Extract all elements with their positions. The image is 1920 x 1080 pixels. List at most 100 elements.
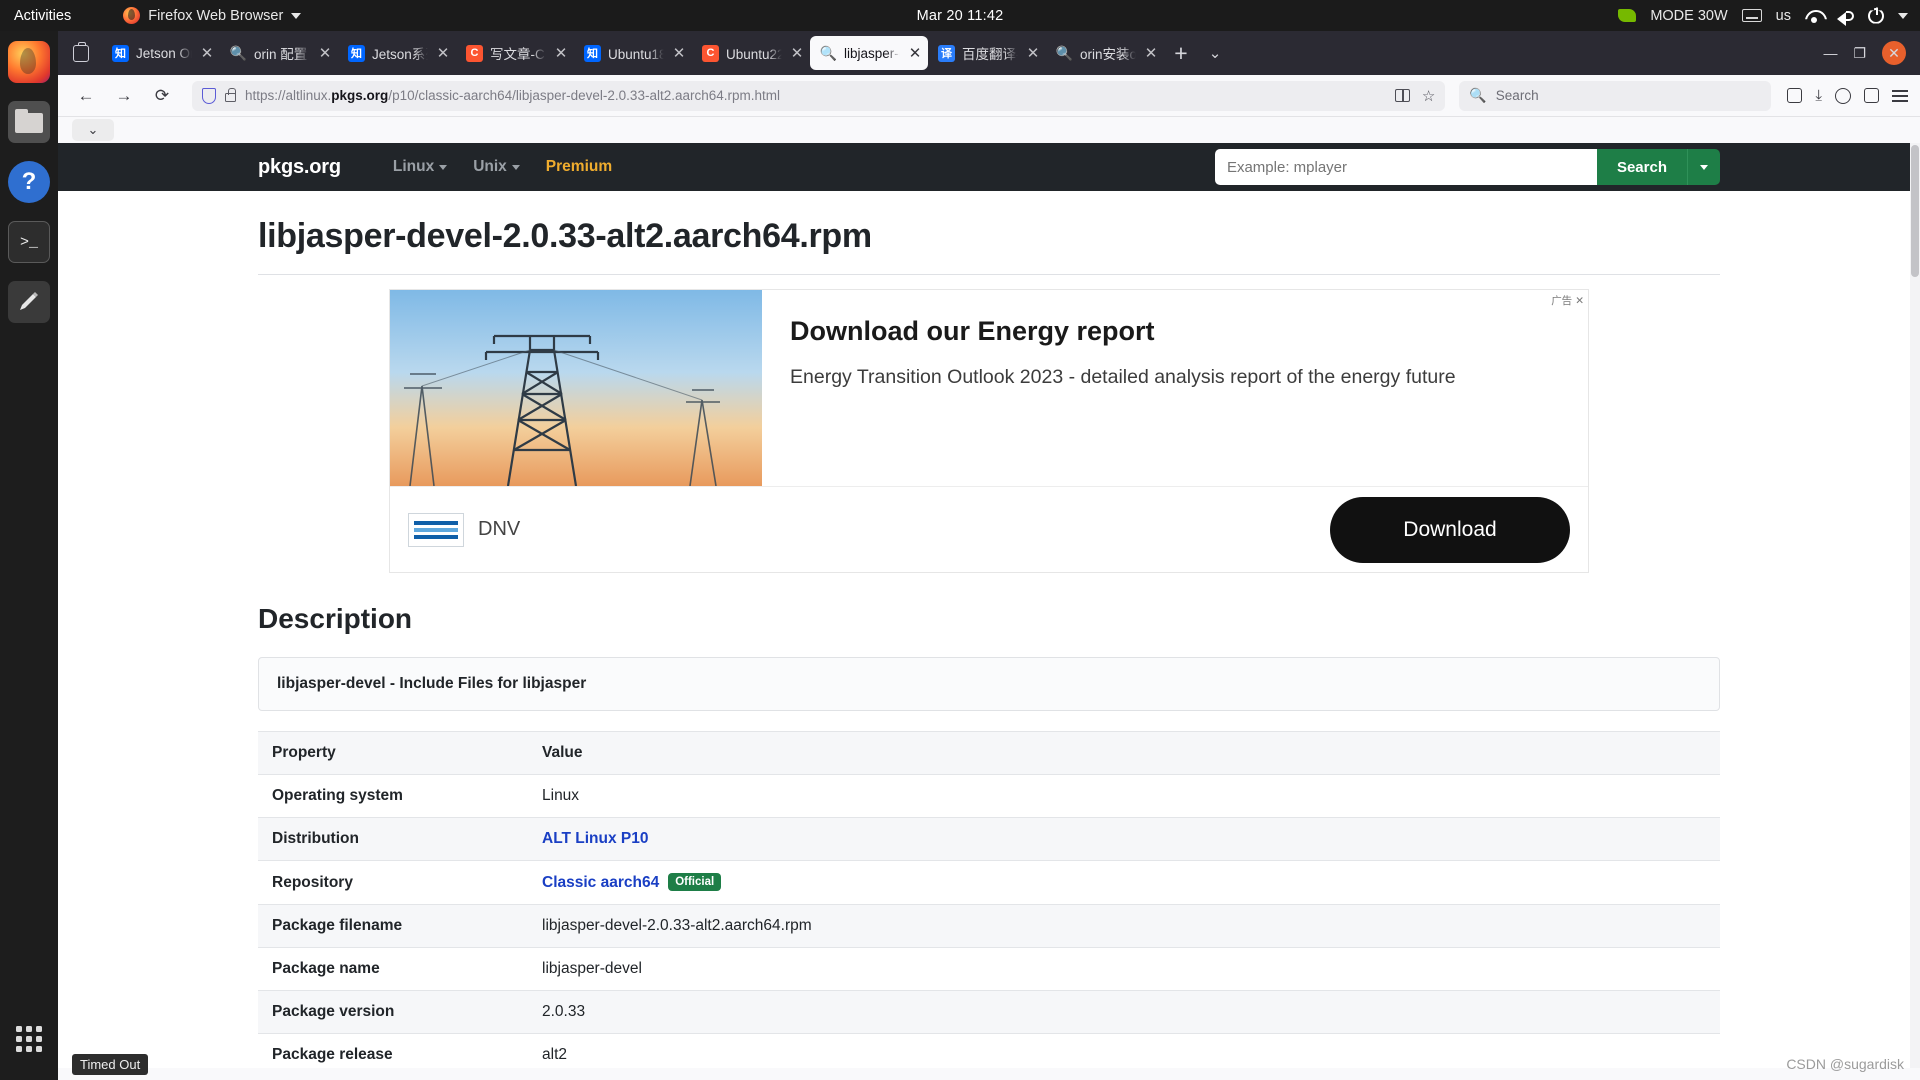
close-icon[interactable]: ✕ [1575,295,1584,307]
tab-jetson-orin-nano[interactable]: 知 Jetson Orin Nano… ✕ [102,36,220,70]
show-applications-button[interactable] [16,1026,42,1052]
distribution-link[interactable]: ALT Linux P10 [542,830,649,847]
chevron-down-icon [439,164,448,170]
reader-view-icon[interactable] [1394,89,1410,102]
site-search-dropdown-button[interactable] [1687,149,1720,185]
dock-item-files[interactable] [8,101,50,143]
zhihu-favicon-icon: 知 [112,44,129,62]
close-icon[interactable]: ✕ [200,44,214,62]
close-icon[interactable]: ✕ [672,44,686,62]
dock-item-text-editor[interactable] [8,281,50,323]
notification-toast: Timed Out [72,1054,149,1075]
scrollbar-thumb[interactable] [1911,145,1919,277]
app-menu[interactable]: Firefox Web Browser [123,7,302,24]
row-value: Classic aarch64 Official [528,860,1720,905]
back-button[interactable]: ← [70,81,102,111]
shield-icon [202,87,216,104]
table-row: Package release alt2 [258,1033,1720,1068]
site-logo[interactable]: pkgs.org [258,156,341,179]
dock-item-terminal[interactable]: >_ [8,221,50,263]
status-badge: Official [668,873,722,891]
close-icon[interactable]: ✕ [908,44,922,62]
nav-item-premium[interactable]: Premium [546,158,612,176]
bookmark-star-icon[interactable]: ☆ [1422,87,1435,105]
dock-item-help[interactable]: ? [8,161,50,203]
maximize-button[interactable]: ❐ [1853,45,1866,62]
firefox-window: 知 Jetson Orin Nano… ✕ 🔍 orin 配置 opencv -… [58,31,1920,1080]
gnome-top-bar: Activities Firefox Web Browser Mar 20 11… [0,0,1920,31]
nav-item-linux[interactable]: Linux [393,158,448,176]
tab-ubuntu1804[interactable]: 知 Ubuntu18.04安装 ✕ [574,36,692,70]
bookmarks-chevron-icon[interactable]: ⌄ [72,119,114,141]
account-icon[interactable] [1835,87,1851,104]
row-key: Operating system [258,774,528,818]
tab-label: Jetson Orin Nano… [136,45,193,61]
tab-libjasper-devel[interactable]: 🔍 libjasper-devel-2.0 ✕ [810,36,928,70]
tab-overflow-chevron-icon[interactable]: ⌄ [1198,44,1232,62]
nav-item-unix[interactable]: Unix [473,158,520,176]
table-row: Repository Classic aarch64 Official [258,860,1720,905]
tab-jetson-series[interactable]: 知 Jetson系列开发板 ✕ [338,36,456,70]
activities-button[interactable]: Activities [14,8,71,24]
close-icon[interactable]: ✕ [436,44,450,62]
csdn-favicon-icon: C [466,44,483,62]
ad-download-button[interactable]: Download [1330,496,1570,563]
site-search: Search [1214,149,1720,185]
advertisement[interactable]: 广告 ✕ Download our Energy report Energy T… [389,289,1589,573]
application-menu-icon[interactable] [1892,89,1908,102]
search-bar[interactable]: 🔍 Search [1459,80,1772,111]
close-icon[interactable]: ✕ [1144,44,1158,62]
forward-button[interactable]: → [108,81,140,111]
tab-orin-install-opencv[interactable]: 🔍 orin安装opencv - S ✕ [1046,36,1164,70]
tab-label: 写文章-CSDN博客 [490,47,547,62]
dock-item-firefox[interactable] [8,41,50,83]
ad-label: 广告 ✕ [1551,294,1584,308]
extensions-icon[interactable] [1864,88,1879,103]
tab-label: orin 配置 opencv - [254,47,311,62]
close-icon[interactable]: ✕ [790,44,804,62]
pencil-icon [20,292,38,310]
repository-link[interactable]: Classic aarch64 [542,874,659,891]
close-icon[interactable]: ✕ [554,44,568,62]
tab-baidu-translate[interactable]: 译 百度翻译-200种语 ✕ [928,36,1046,70]
row-value: alt2 [528,1033,1720,1068]
close-window-button[interactable]: ✕ [1882,41,1906,65]
minimize-button[interactable]: — [1823,45,1837,61]
list-all-tabs-button[interactable] [64,38,98,68]
table-row: Distribution ALT Linux P10 [258,817,1720,861]
tab-orin-opencv[interactable]: 🔍 orin 配置 opencv - ✕ [220,36,338,70]
row-key: Package name [258,947,528,991]
power-icon[interactable] [1868,7,1884,24]
ad-subtitle: Energy Transition Outlook 2023 - detaile… [790,366,1456,388]
close-icon[interactable]: ✕ [1026,44,1040,62]
description-box: libjasper-devel - Include Files for libj… [258,657,1720,711]
navigation-toolbar: ← → ⟳ https://altlinux.pkgs.org/p10/clas… [58,75,1920,117]
tab-label: orin安装opencv - S [1080,47,1137,62]
table-row: Package filename libjasper-devel-2.0.33-… [258,904,1720,948]
tab-label: libjasper-devel-2.0 [844,45,901,61]
tab-csdn-write[interactable]: C 写文章-CSDN博客 ✕ [456,36,574,70]
pocket-icon[interactable] [1787,88,1803,103]
clock[interactable]: Mar 20 11:42 [917,8,1004,24]
site-search-input[interactable] [1214,149,1597,185]
desktop-screen: Activities Firefox Web Browser Mar 20 11… [0,0,1920,1080]
keyboard-icon [1741,9,1762,22]
search-favicon-icon: 🔍 [819,44,838,61]
tab-ubuntu2204[interactable]: C Ubuntu22.04安装( ✕ [692,36,810,70]
tabs-container: 知 Jetson Orin Nano… ✕ 🔍 orin 配置 opencv -… [102,36,1803,70]
baidu-favicon-icon: 译 [938,44,955,62]
site-search-button[interactable]: Search [1596,149,1687,185]
row-value: libjasper-devel [528,947,1720,991]
new-tab-button[interactable]: + [1164,40,1198,67]
wifi-icon[interactable] [1805,9,1823,23]
url-bar[interactable]: https://altlinux.pkgs.org/p10/classic-aa… [192,80,1446,111]
system-indicators[interactable]: MODE 30W us [1618,7,1908,26]
downloads-icon[interactable]: ⤓ [1815,87,1822,104]
chevron-down-icon [291,12,302,19]
chevron-down-icon[interactable] [1898,12,1908,19]
reload-button[interactable]: ⟳ [146,81,178,111]
page-scrollbar[interactable] [1910,143,1920,1068]
tab-label: Jetson系列开发板 [372,47,429,62]
close-icon[interactable]: ✕ [318,44,332,62]
volume-icon[interactable] [1837,8,1854,26]
